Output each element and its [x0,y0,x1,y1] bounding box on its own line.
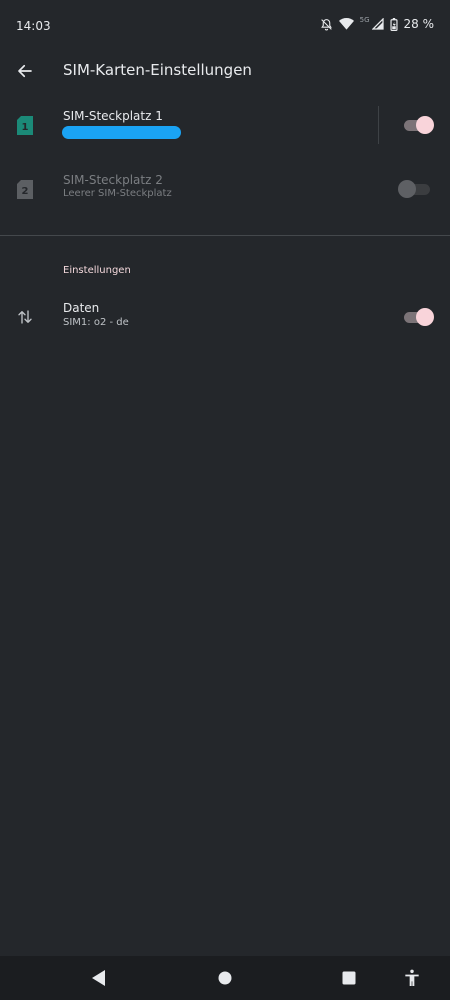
sim-slot-2-title: SIM-Steckplatz 2 [63,173,163,187]
back-button[interactable] [10,56,40,86]
accessibility-icon [405,969,419,986]
nav-home-icon [218,971,232,985]
sim-slot-1-subtitle-redacted [62,126,181,139]
wifi-icon [338,18,354,30]
settings-section-header: Einstellungen [63,265,131,276]
status-time: 14:03 [16,19,51,33]
nav-home-button[interactable] [215,968,235,988]
nav-recents-icon [342,971,356,985]
svg-text:2: 2 [22,186,29,197]
status-icons: 5G 28 % [320,16,435,31]
section-divider [0,235,450,236]
data-setting-subtitle: SIM1: o2 - de [63,317,129,328]
switch-thumb [398,180,416,198]
nav-recents-button[interactable] [339,968,359,988]
svg-text:1: 1 [22,122,29,133]
accessibility-button[interactable] [402,968,422,988]
data-transfer-icon [18,310,32,324]
switch-thumb [416,116,434,134]
sim-slot-1-title: SIM-Steckplatz 1 [63,109,163,123]
navigation-bar [0,956,450,1000]
signal-icon [371,18,384,30]
sim-slot-2-subtitle: Leerer SIM-Steckplatz [63,188,172,199]
switch-thumb [416,308,434,326]
sim-slot-2-switch[interactable] [398,180,430,198]
data-setting-switch[interactable] [404,308,434,326]
sim-slot-1-switch[interactable] [404,116,434,134]
mute-alarm-icon [320,18,333,31]
sim-slot-2-row[interactable]: 2 SIM-Steckplatz 2 Leerer SIM-Steckplatz [0,166,450,226]
battery-level: 28 % [403,17,435,31]
nav-back-button[interactable] [89,968,109,988]
sim-settings-screen: 14:03 5G 28 % SIM-Karten-Einstellungen 1… [0,0,450,1000]
network-type-label: 5G [359,16,370,24]
data-setting-title: Daten [63,301,100,315]
app-bar: SIM-Karten-Einstellungen [0,52,450,92]
sim-card-icon: 1 [17,116,33,135]
battery-icon [389,17,398,31]
nav-back-icon [92,970,105,986]
data-setting-row[interactable]: Daten SIM1: o2 - de [0,292,450,344]
sim-card-icon: 2 [17,180,33,199]
row-divider [378,106,379,144]
arrow-back-icon [18,64,32,78]
status-bar: 14:03 5G 28 % [0,0,450,52]
page-title: SIM-Karten-Einstellungen [63,61,252,79]
